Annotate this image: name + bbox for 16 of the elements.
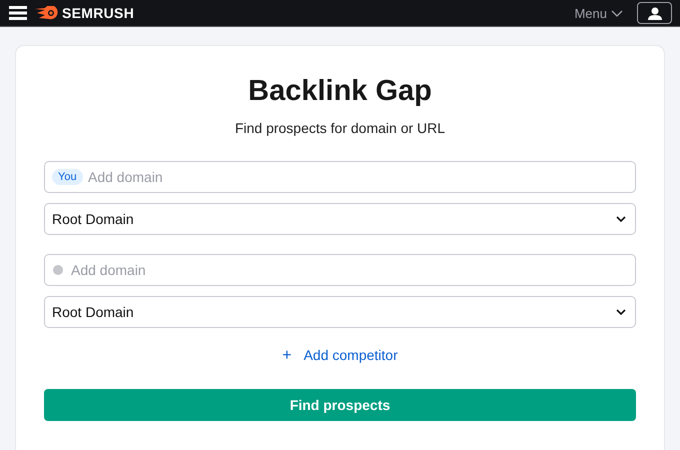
fireball-icon <box>35 6 59 20</box>
add-competitor-link[interactable]: + Add competitor <box>282 347 398 365</box>
user-button[interactable] <box>637 2 672 24</box>
chevron-down-icon <box>616 309 626 315</box>
chevron-down-icon <box>616 216 626 222</box>
chevron-down-icon[interactable] <box>611 10 623 16</box>
page-title: Backlink Gap <box>247 74 433 109</box>
subtitle: Find prospects for domain or URL <box>234 120 446 136</box>
user-icon <box>648 6 662 20</box>
menu-link[interactable]: Menu <box>574 6 607 20</box>
domain-field[interactable]: Add domain <box>44 254 636 286</box>
scope-select[interactable]: Root Domain <box>44 296 636 328</box>
logo-text[interactable]: SEMRUSH <box>62 5 134 21</box>
you-badge: You <box>52 169 83 185</box>
menu-icon[interactable] <box>9 6 27 20</box>
scope-select[interactable]: Root Domain <box>44 203 636 235</box>
